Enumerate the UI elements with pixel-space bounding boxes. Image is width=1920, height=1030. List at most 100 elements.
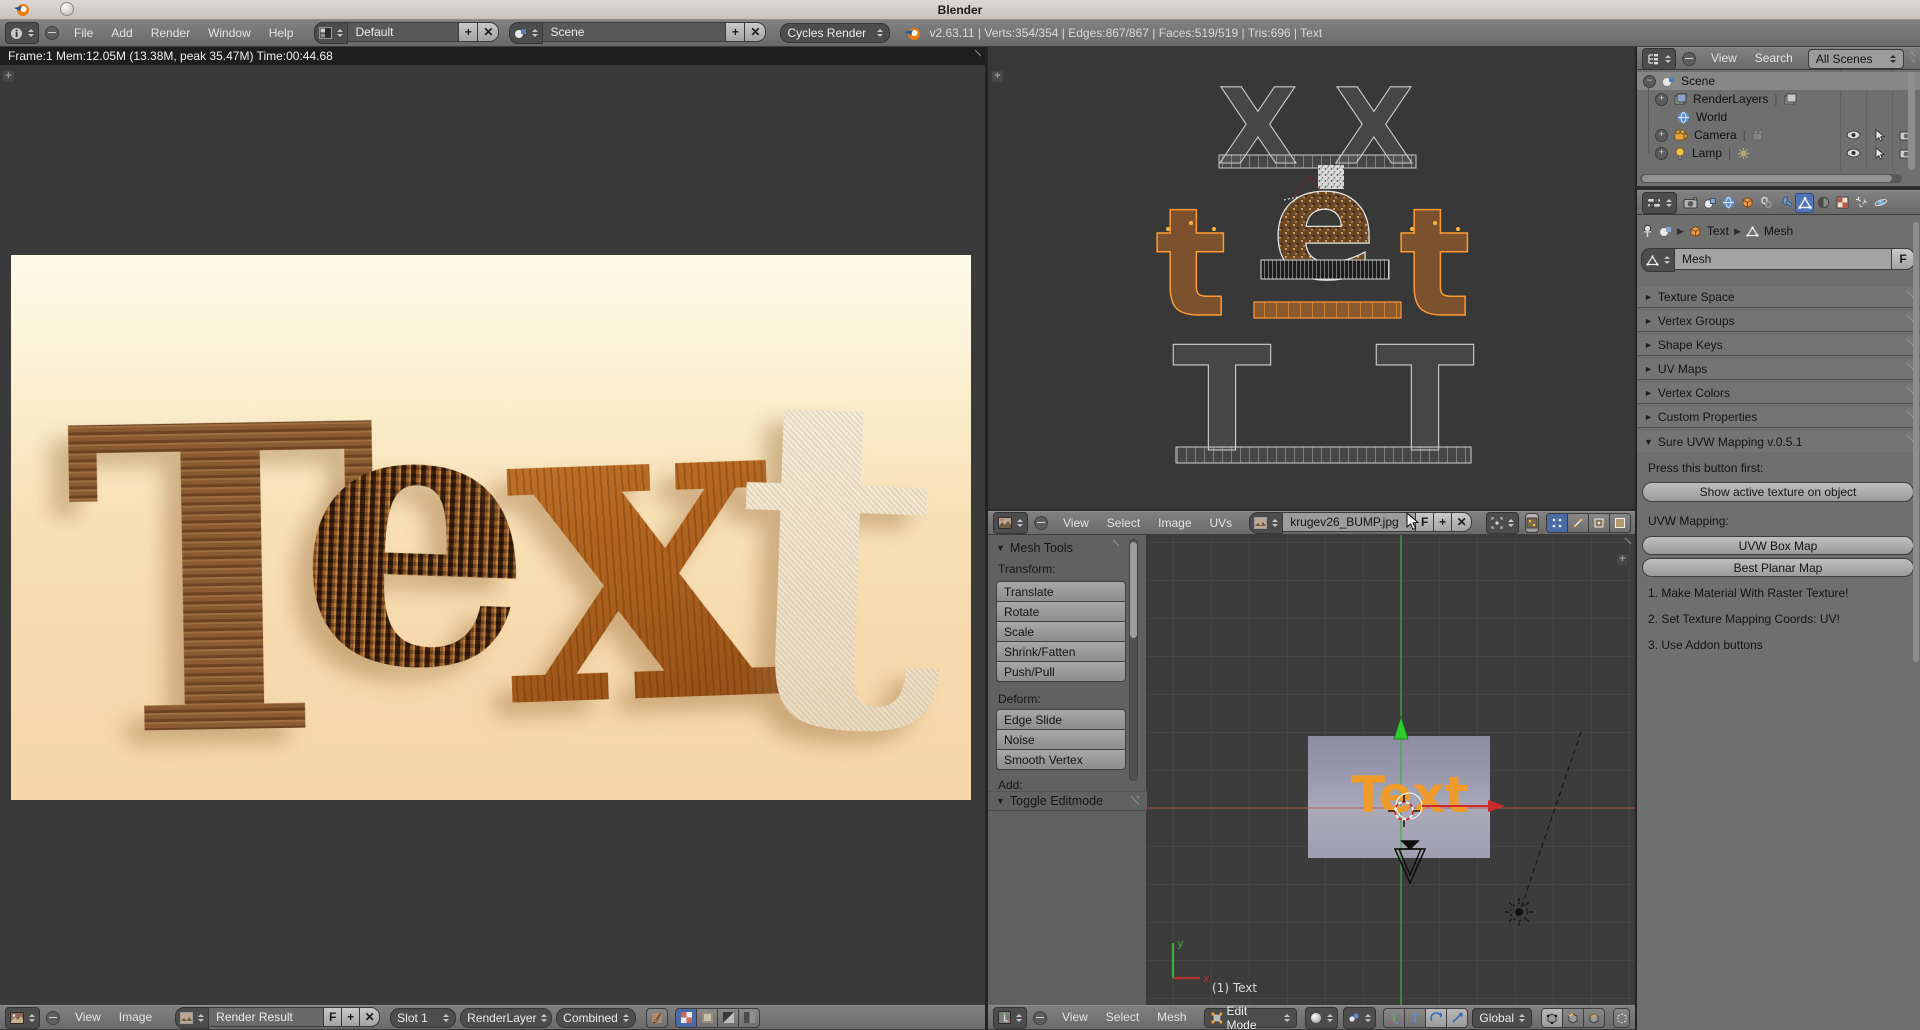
properties-vscrollbar[interactable] (1913, 222, 1919, 662)
manipulator-y-arrow[interactable] (1393, 715, 1409, 740)
uv-strip-e[interactable] (1260, 259, 1390, 280)
hide-toggle-eye-icon[interactable] (1846, 130, 1861, 140)
panel-sure-uvw-mapping[interactable]: ▼ Sure UVW Mapping v.0.5.1 (1637, 431, 1920, 452)
menu-select[interactable]: Select (1097, 1006, 1148, 1029)
slot-dropdown[interactable]: Slot 1 (390, 1007, 457, 1028)
tab-render[interactable] (1681, 193, 1700, 213)
image-browse-button[interactable] (175, 1006, 210, 1029)
tab-texture[interactable] (1833, 193, 1852, 213)
menu-help[interactable]: Help (260, 22, 303, 45)
scrollbar-thumb[interactable] (1642, 175, 1892, 182)
menu-view[interactable]: View (1054, 512, 1098, 535)
tab-physics[interactable] (1871, 193, 1890, 213)
outliner-row-scene[interactable]: − Scene (1637, 72, 1920, 90)
menu-window[interactable]: Window (199, 22, 260, 45)
uvw-box-map-button[interactable]: UVW Box Map (1642, 536, 1914, 555)
selectable-toggle-cursor-icon[interactable] (1875, 128, 1885, 142)
left-region-expand-panel-button[interactable]: + (2, 70, 15, 83)
limit-selection-visible-button[interactable] (1613, 1007, 1630, 1028)
panel-vertex-colors[interactable]: ► Vertex Colors (1637, 383, 1920, 404)
uv-pivot-dropdown[interactable] (1486, 512, 1520, 534)
panel-resize-grip[interactable] (1901, 290, 1913, 302)
menu-file[interactable]: File (65, 22, 102, 45)
lamp-object[interactable] (1505, 898, 1533, 926)
scale-button[interactable]: Scale (996, 621, 1126, 642)
pivot-dropdown[interactable] (1343, 1006, 1377, 1029)
tab-world[interactable] (1719, 193, 1738, 213)
outliner-item-label[interactable]: Scene (1681, 74, 1715, 88)
image-paint-toggle-button[interactable] (646, 1007, 669, 1028)
collapse-menus-icon[interactable] (1682, 51, 1696, 66)
render-engine-dropdown[interactable]: Cycles Render (780, 23, 891, 43)
display-channel-rgba-button[interactable] (675, 1007, 698, 1028)
breadcrumb-object-name[interactable]: Text (1707, 224, 1729, 238)
manipulator-toggle-button[interactable] (1383, 1007, 1406, 1028)
tab-modifiers[interactable] (1776, 193, 1795, 213)
tab-particles[interactable] (1852, 193, 1871, 213)
push-pull-button[interactable]: Push/Pull (996, 661, 1126, 682)
tab-scene[interactable] (1700, 193, 1719, 213)
tool-shelf-scrollbar[interactable] (1129, 539, 1138, 781)
expand-item-icon[interactable]: + (1655, 92, 1668, 106)
expand-item-icon[interactable]: + (1655, 128, 1668, 142)
select-mode-face-button[interactable] (1583, 1007, 1606, 1028)
panel-resize-grip[interactable] (1901, 338, 1913, 350)
mode-dropdown[interactable]: Edit Mode (1203, 1004, 1298, 1030)
panel-resize-grip[interactable] (1901, 386, 1913, 398)
menu-view[interactable]: View (66, 1006, 110, 1029)
mesh-breadcrumb-icon[interactable] (1746, 225, 1759, 237)
uv-image-name-field[interactable]: krugev26_BUMP.jpg (1282, 512, 1417, 532)
manipulator-rotate-button[interactable] (1425, 1007, 1448, 1028)
menu-select[interactable]: Select (1098, 512, 1149, 535)
menu-render[interactable]: Render (142, 22, 199, 45)
selectable-toggle-cursor-icon[interactable] (1875, 146, 1885, 160)
editor-type-properties-button[interactable] (1642, 191, 1677, 214)
uv-sync-selection-button[interactable] (1525, 513, 1540, 533)
uv-image-unlink-button[interactable]: ✕ (1451, 512, 1473, 532)
shading-dropdown[interactable] (1305, 1006, 1339, 1029)
toggle-editmode-panel-header[interactable]: ▼ Toggle Editmode (988, 791, 1147, 811)
outliner-item-label[interactable]: Camera (1694, 128, 1737, 142)
edge-slide-button[interactable]: Edge Slide (996, 709, 1126, 730)
editor-type-outliner-button[interactable] (1642, 47, 1676, 70)
outliner-item-label[interactable]: RenderLayers (1693, 92, 1768, 106)
mesh-name-field[interactable]: Mesh (1674, 248, 1892, 270)
best-planar-map-button[interactable]: Best Planar Map (1642, 558, 1914, 577)
hide-toggle-eye-icon[interactable] (1846, 148, 1861, 158)
select-mode-edge-button[interactable] (1562, 1007, 1585, 1028)
object-breadcrumb-icon[interactable] (1689, 225, 1702, 238)
render-layer-dropdown[interactable]: RenderLayer (460, 1007, 553, 1028)
uv-image-new-button[interactable]: + (1433, 512, 1453, 532)
collapse-menus-icon[interactable] (1033, 1010, 1047, 1025)
collapse-menus-icon[interactable] (45, 26, 59, 40)
collapse-menus-icon[interactable] (46, 1010, 60, 1025)
menu-add[interactable]: Add (102, 22, 141, 45)
render-result-image[interactable]: T e x t (11, 255, 971, 800)
mesh-browse-button[interactable] (1641, 248, 1675, 272)
scrollbar-thumb[interactable] (1130, 542, 1137, 638)
editor-type-info-button[interactable] (5, 22, 39, 44)
manipulator-scale-button[interactable] (1446, 1007, 1469, 1028)
scene-breadcrumb-icon[interactable] (1659, 225, 1672, 237)
noise-button[interactable]: Noise (996, 729, 1126, 750)
panel-custom-properties[interactable]: ► Custom Properties (1637, 407, 1920, 428)
display-channel-alpha-button[interactable] (717, 1007, 740, 1028)
image-new-button[interactable]: + (341, 1006, 361, 1027)
panel-texture-space[interactable]: ► Texture Space (1637, 287, 1920, 308)
viewport-expand-panel-button[interactable]: + (1616, 553, 1629, 566)
panel-resize-grip[interactable] (1901, 362, 1913, 374)
scene-add-button[interactable]: + (725, 22, 746, 42)
panel-resize-grip[interactable] (1901, 435, 1913, 447)
outliner-hscrollbar[interactable] (1640, 174, 1902, 183)
pin-icon[interactable] (1641, 224, 1654, 238)
menu-search[interactable]: Search (1746, 47, 1802, 70)
uv-image-browse-button[interactable] (1249, 512, 1284, 534)
text-object-mesh[interactable]: Text (1351, 766, 1469, 824)
menu-uvs[interactable]: UVs (1201, 512, 1242, 535)
layout-browse-button[interactable] (314, 22, 349, 44)
menu-mesh[interactable]: Mesh (1148, 1006, 1195, 1029)
panel-vertex-gro ups[interactable]: ► Vertex Groups (1637, 311, 1920, 332)
scene-name-field[interactable]: Scene (542, 22, 727, 42)
expand-item-icon[interactable]: + (1655, 146, 1668, 160)
uv-select-island-button[interactable] (1609, 513, 1632, 533)
